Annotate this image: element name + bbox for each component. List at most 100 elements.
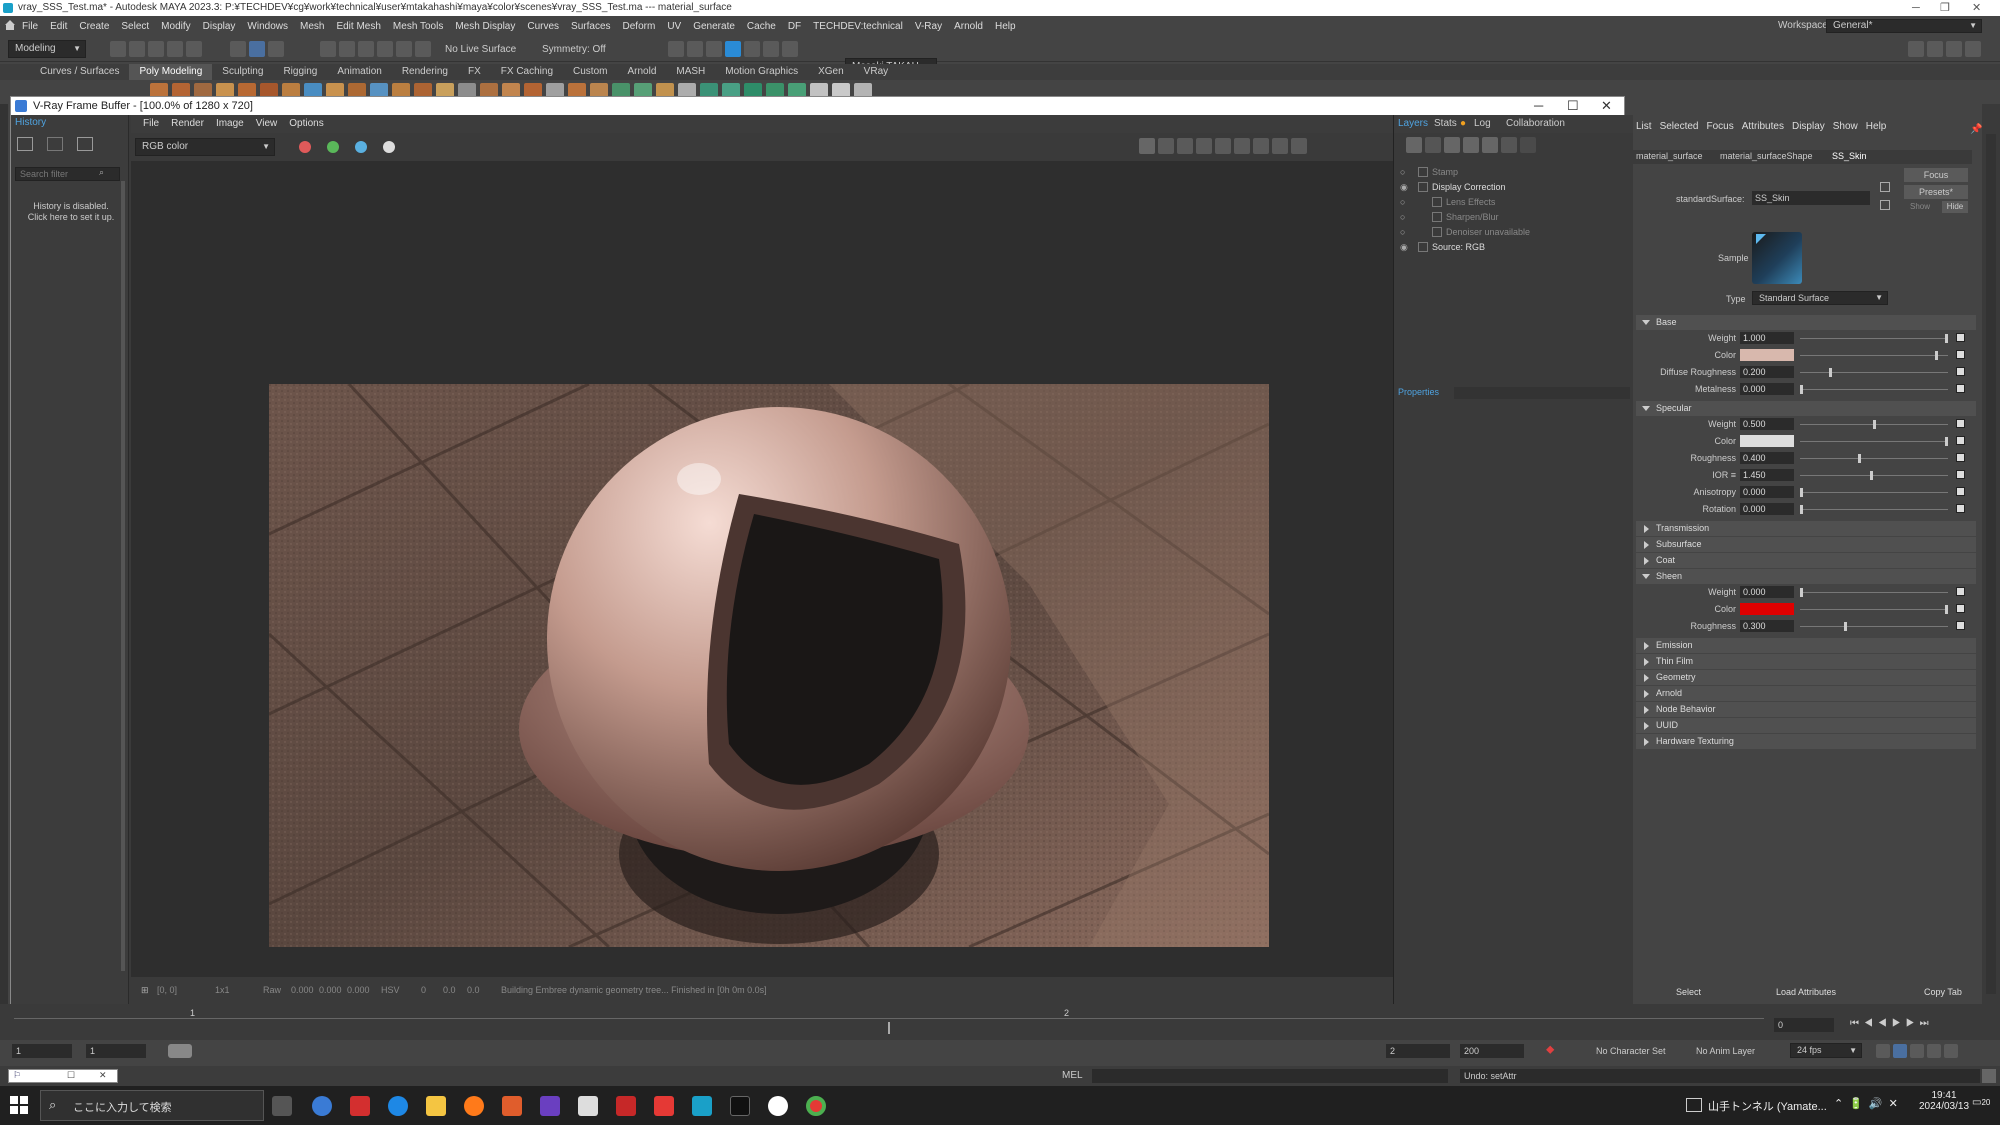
- layer-visibility-icon[interactable]: ○: [1400, 198, 1410, 207]
- layer-redo-icon[interactable]: [1520, 137, 1536, 153]
- vfb-maximize-icon[interactable]: ☐: [1567, 97, 1579, 115]
- slider-handle[interactable]: [1800, 488, 1803, 497]
- snap-live-icon[interactable]: [415, 41, 431, 57]
- menu-deform[interactable]: Deform: [623, 21, 656, 32]
- select-button[interactable]: Select: [1676, 987, 1701, 997]
- presets-button[interactable]: Presets*: [1904, 185, 1968, 199]
- shelf-tab-rigging[interactable]: Rigging: [273, 64, 327, 80]
- shelf-tab-vray[interactable]: VRay: [854, 64, 898, 80]
- colorspace-select[interactable]: HSV: [381, 985, 400, 995]
- blue-channel-toggle[interactable]: [355, 141, 367, 153]
- symmetry-label[interactable]: Symmetry: Off: [542, 44, 606, 55]
- load-attributes-button[interactable]: Load Attributes: [1776, 987, 1836, 997]
- history-load-icon[interactable]: [77, 137, 93, 151]
- history-scrollbar[interactable]: [121, 181, 125, 971]
- snap-view-icon[interactable]: [377, 41, 393, 57]
- copy-tab-button[interactable]: Copy Tab: [1924, 987, 1962, 997]
- loop-icon[interactable]: [1876, 1044, 1890, 1058]
- menu-mesh-display[interactable]: Mesh Display: [455, 21, 515, 32]
- map-texture-icon[interactable]: [1956, 587, 1965, 596]
- auto-key-icon[interactable]: ⬥: [1546, 1042, 1554, 1057]
- slider-track[interactable]: [1800, 372, 1948, 373]
- vfb-close-icon[interactable]: ✕: [1601, 97, 1612, 115]
- ae-menu-selected[interactable]: Selected: [1660, 121, 1699, 132]
- attr-value-field[interactable]: 1.450: [1740, 469, 1794, 481]
- type-select[interactable]: Standard Surface ▼: [1752, 291, 1888, 305]
- layout-icon[interactable]: [1908, 41, 1924, 57]
- vfb-menu-render[interactable]: Render: [171, 115, 204, 133]
- maya-taskbar-icon[interactable]: [692, 1096, 712, 1116]
- ae-menu-attributes[interactable]: Attributes: [1742, 121, 1784, 132]
- slider-track[interactable]: [1800, 441, 1948, 442]
- attr-value-field[interactable]: 0.000: [1740, 486, 1794, 498]
- menu-select[interactable]: Select: [121, 21, 149, 32]
- workspace-select[interactable]: General* ▼: [1826, 19, 1982, 33]
- map-texture-icon[interactable]: [1956, 487, 1965, 496]
- select-object-icon[interactable]: [249, 41, 265, 57]
- red-channel-toggle[interactable]: [299, 141, 311, 153]
- settings-icon[interactable]: [1944, 1044, 1958, 1058]
- menu-generate[interactable]: Generate: [693, 21, 735, 32]
- current-frame-field[interactable]: 0: [1774, 1018, 1834, 1032]
- slider-handle[interactable]: [1870, 471, 1873, 480]
- shelf-tab-rendering[interactable]: Rendering: [392, 64, 458, 80]
- new-scene-icon[interactable]: [110, 41, 126, 57]
- map-texture-icon[interactable]: [1956, 470, 1965, 479]
- shelf-tab-custom[interactable]: Custom: [563, 64, 617, 80]
- menu-df[interactable]: DF: [788, 21, 801, 32]
- save-layers-icon[interactable]: [1444, 137, 1460, 153]
- menu-modify[interactable]: Modify: [161, 21, 190, 32]
- open-scene-icon[interactable]: [129, 41, 145, 57]
- windows-start-icon[interactable]: [10, 1096, 28, 1114]
- slider-handle[interactable]: [1800, 385, 1803, 394]
- input-connection-icon[interactable]: [1880, 182, 1890, 192]
- section-thin-film[interactable]: Thin Film: [1636, 654, 1976, 669]
- app-icon-3[interactable]: [578, 1096, 598, 1116]
- slider-handle[interactable]: [1844, 622, 1847, 631]
- task-view-icon[interactable]: [272, 1096, 292, 1116]
- menu-file[interactable]: File: [22, 21, 38, 32]
- script-editor-mini[interactable]: ⚐ ☐ ✕: [8, 1069, 118, 1083]
- close-icon[interactable]: ✕: [1972, 0, 1981, 16]
- map-texture-icon[interactable]: [1956, 504, 1965, 513]
- green-channel-toggle[interactable]: [327, 141, 339, 153]
- anim-prefs-icon[interactable]: [1927, 1044, 1941, 1058]
- slider-track[interactable]: [1800, 492, 1948, 493]
- menu-cache[interactable]: Cache: [747, 21, 776, 32]
- taskbar-search-box[interactable]: ⌕ ここに入力して検索: [40, 1090, 264, 1121]
- script-editor-icon[interactable]: [1982, 1069, 1996, 1083]
- tab-material-surface-shape[interactable]: material_surfaceShape: [1720, 151, 1813, 161]
- section-sheen[interactable]: Sheen: [1636, 569, 1976, 584]
- layer-item[interactable]: ○ Lens Effects: [1398, 195, 1628, 210]
- slider-track[interactable]: [1800, 592, 1948, 593]
- vfb-menu-options[interactable]: Options: [289, 115, 323, 133]
- notification-icon[interactable]: ▭20: [1972, 1097, 1990, 1108]
- slider-handle[interactable]: [1873, 420, 1876, 429]
- layer-visibility-icon[interactable]: ○: [1400, 228, 1410, 237]
- map-texture-icon[interactable]: [1956, 384, 1965, 393]
- playback-controls[interactable]: ⏮◀◀▶▶⏭: [1850, 1018, 1934, 1029]
- shelf-tab-mash[interactable]: MASH: [666, 64, 715, 80]
- range-bar[interactable]: [168, 1044, 192, 1058]
- undo-icon[interactable]: [167, 41, 183, 57]
- menu-edit[interactable]: Edit: [50, 21, 67, 32]
- history-disabled-message[interactable]: History is disabled. Click here to set i…: [23, 201, 119, 223]
- layer-visibility-icon[interactable]: ○: [1400, 168, 1410, 177]
- slider-track[interactable]: [1800, 609, 1948, 610]
- layer-item[interactable]: ◉ Display Correction: [1398, 180, 1628, 195]
- menu-display[interactable]: Display: [203, 21, 236, 32]
- map-texture-icon[interactable]: [1956, 333, 1965, 342]
- section-subsurface[interactable]: Subsurface: [1636, 537, 1976, 552]
- attr-value-field[interactable]: 0.000: [1740, 383, 1794, 395]
- tray-icons[interactable]: ⌃🔋🔊✕: [1834, 1097, 1904, 1110]
- shelf-tab-xgen[interactable]: XGen: [808, 64, 854, 80]
- shelf-tab-motion-graphics[interactable]: Motion Graphics: [715, 64, 808, 80]
- minimize-icon[interactable]: ─: [1912, 0, 1920, 16]
- shelf-tab-fx[interactable]: FX: [458, 64, 491, 80]
- slider-handle[interactable]: [1829, 368, 1832, 377]
- slider-track[interactable]: [1800, 355, 1948, 356]
- app-icon-1[interactable]: [312, 1096, 332, 1116]
- command-input[interactable]: [1092, 1069, 1448, 1083]
- shelf-tab-animation[interactable]: Animation: [327, 64, 391, 80]
- slider-handle[interactable]: [1945, 605, 1948, 614]
